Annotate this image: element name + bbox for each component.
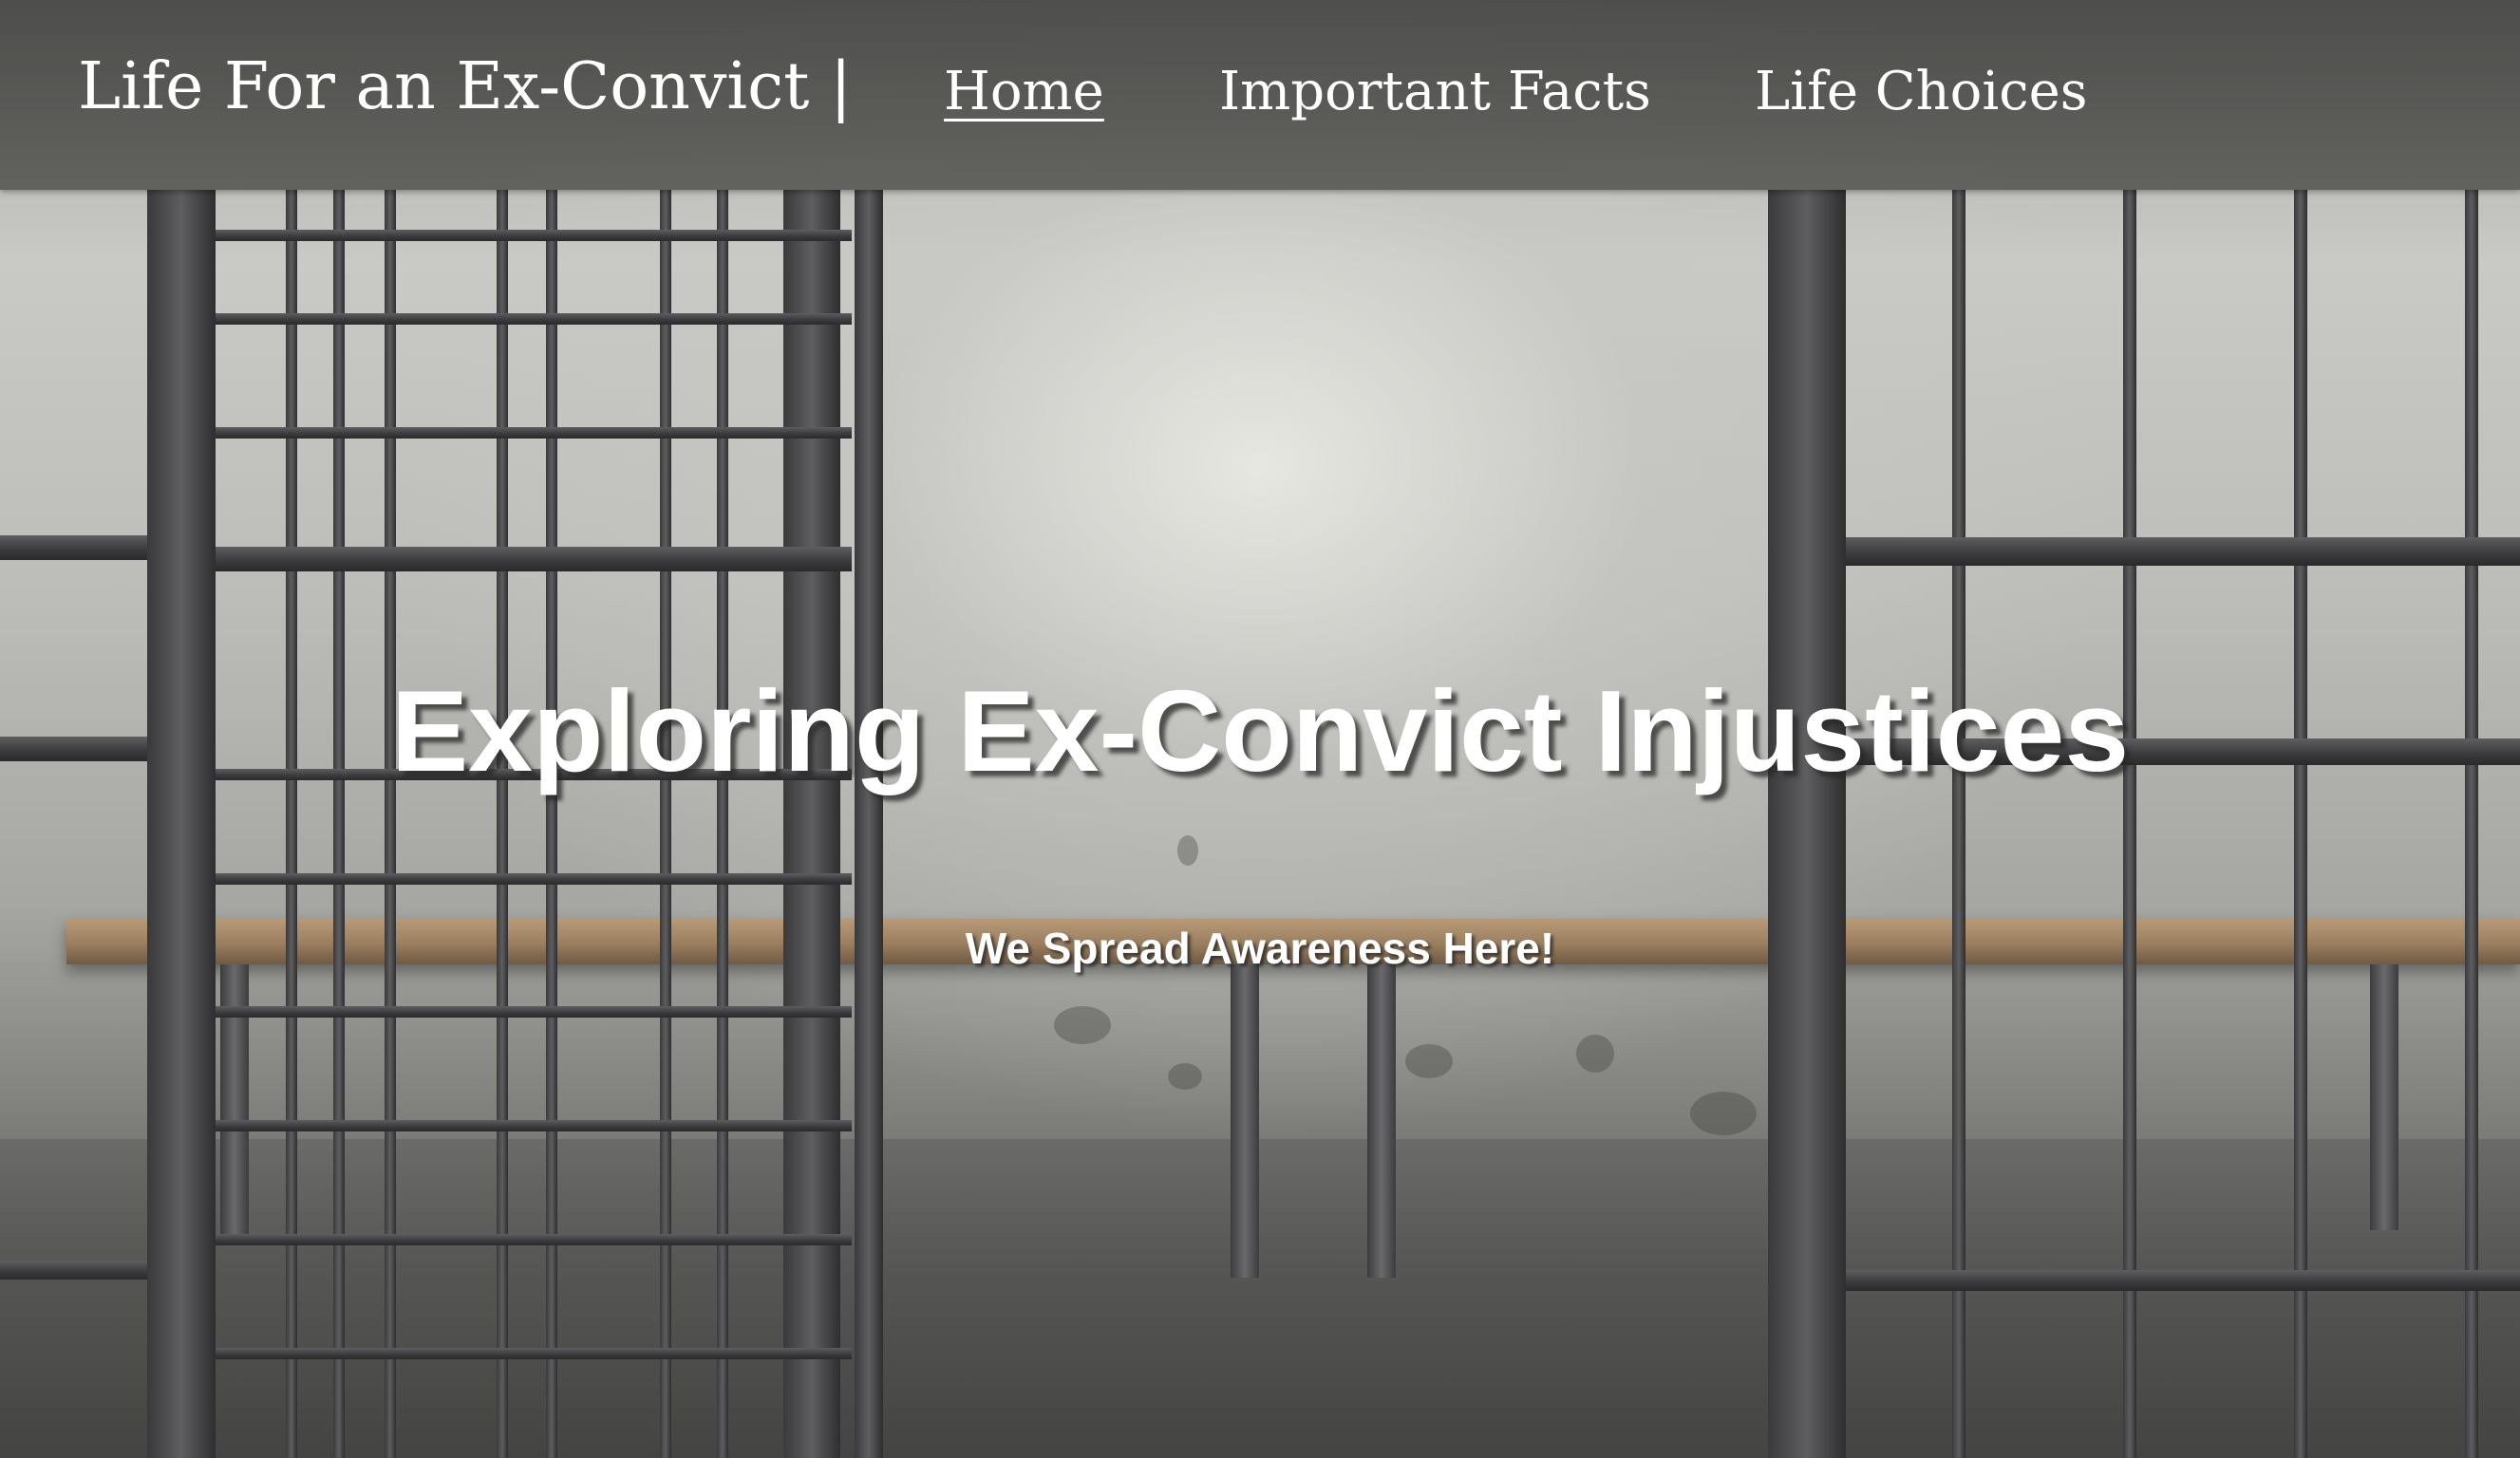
wall-stain	[1177, 835, 1198, 866]
site-header: Life For an Ex-Convict | Home Important …	[0, 0, 2520, 190]
nav-home-link[interactable]: Home	[944, 61, 1104, 122]
bench-leg	[1231, 964, 1259, 1278]
nav-important-facts-link[interactable]: Important Facts	[1219, 61, 1651, 122]
wall-stain	[1168, 1063, 1202, 1090]
nav-life-choices-link[interactable]: Life Choices	[1755, 61, 2088, 122]
left-cell-gate	[147, 190, 883, 1458]
hero-subtitle: We Spread Awareness Here!	[965, 924, 1555, 973]
wall-stain	[1690, 1092, 1757, 1135]
wall-bar	[0, 535, 152, 560]
site-title: Life For an Ex-Convict |	[78, 49, 853, 124]
wall-stain	[1576, 1035, 1614, 1073]
wall-bar	[0, 1261, 152, 1280]
wall-stain	[1054, 1006, 1111, 1044]
hero-title: Exploring Ex-Convict Injustices	[390, 666, 2130, 795]
page: Life For an Ex-Convict | Home Important …	[0, 0, 2520, 1458]
bench-leg	[2370, 964, 2398, 1230]
bench-leg	[1367, 964, 1396, 1278]
wall-stain	[1405, 1044, 1453, 1078]
